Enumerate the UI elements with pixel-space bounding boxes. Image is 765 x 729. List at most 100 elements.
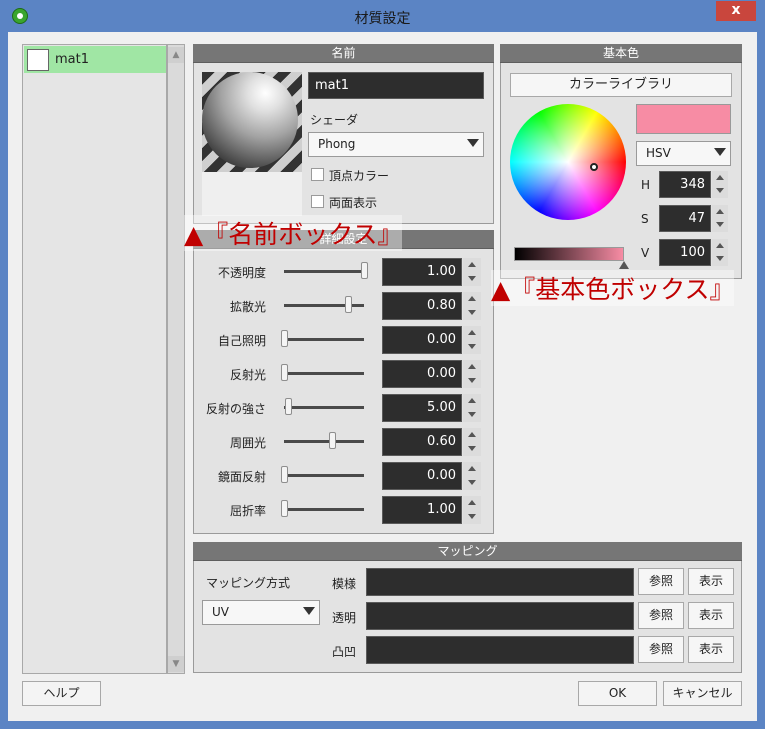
color-wheel[interactable] bbox=[510, 104, 626, 220]
spin-up-icon[interactable] bbox=[468, 466, 476, 471]
color-channel-input[interactable]: 348 bbox=[659, 171, 711, 198]
mapping-file-field[interactable] bbox=[366, 602, 634, 630]
spin-up-icon[interactable] bbox=[468, 364, 476, 369]
current-color-swatch bbox=[636, 104, 731, 134]
property-spinner[interactable] bbox=[463, 292, 481, 320]
property-spinner[interactable] bbox=[463, 496, 481, 524]
property-slider-track[interactable] bbox=[284, 474, 364, 477]
spin-down-icon[interactable] bbox=[468, 446, 476, 451]
property-slider-thumb[interactable] bbox=[329, 432, 336, 449]
shader-select[interactable]: Phong bbox=[308, 132, 484, 157]
spin-down-icon[interactable] bbox=[468, 344, 476, 349]
spin-down-icon[interactable] bbox=[468, 276, 476, 281]
property-slider-thumb[interactable] bbox=[361, 262, 368, 279]
property-slider-track[interactable] bbox=[284, 406, 364, 409]
property-spinner[interactable] bbox=[463, 258, 481, 286]
property-slider-track[interactable] bbox=[284, 338, 364, 341]
color-channel-spinner[interactable] bbox=[712, 239, 728, 266]
spin-up-icon[interactable] bbox=[468, 500, 476, 505]
property-value-input[interactable]: 0.00 bbox=[382, 360, 462, 388]
property-value-input[interactable]: 1.00 bbox=[382, 258, 462, 286]
property-slider-track[interactable] bbox=[284, 304, 364, 307]
color-mode-select[interactable]: HSV bbox=[636, 141, 731, 166]
spin-down-icon[interactable] bbox=[468, 514, 476, 519]
material-name-input[interactable]: mat1 bbox=[308, 72, 484, 99]
spin-down-icon[interactable] bbox=[468, 480, 476, 485]
chevron-down-icon bbox=[467, 139, 479, 147]
base-color-header: 基本色 bbox=[500, 44, 742, 63]
property-slider-thumb[interactable] bbox=[281, 466, 288, 483]
color-channel-spinner[interactable] bbox=[712, 205, 728, 232]
property-value-input[interactable]: 0.60 bbox=[382, 428, 462, 456]
property-spinner[interactable] bbox=[463, 462, 481, 490]
property-slider-thumb[interactable] bbox=[281, 364, 288, 381]
vertex-color-label: 頂点カラー bbox=[329, 169, 390, 183]
color-library-button[interactable]: カラーライブラリ bbox=[510, 73, 732, 97]
scroll-up-icon[interactable]: ▲ bbox=[168, 47, 184, 63]
property-spinner[interactable] bbox=[463, 428, 481, 456]
property-slider-track[interactable] bbox=[284, 270, 364, 273]
material-label: mat1 bbox=[55, 52, 89, 67]
material-list[interactable] bbox=[22, 44, 167, 674]
property-label: 自己照明 bbox=[217, 334, 266, 348]
cancel-button[interactable]: キャンセル bbox=[663, 681, 742, 706]
vertex-color-checkbox[interactable] bbox=[311, 168, 324, 181]
scroll-down-icon[interactable]: ▼ bbox=[168, 656, 184, 672]
two-sided-checkbox[interactable] bbox=[311, 195, 324, 208]
value-bar-thumb[interactable] bbox=[619, 261, 629, 269]
property-spinner[interactable] bbox=[463, 360, 481, 388]
help-button[interactable]: ヘルプ bbox=[22, 681, 101, 706]
property-value-input[interactable]: 0.00 bbox=[382, 326, 462, 354]
mapping-method-select[interactable]: UV bbox=[202, 600, 320, 625]
property-label: 屈折率 bbox=[229, 504, 266, 518]
mapping-browse-button[interactable]: 参照 bbox=[638, 568, 684, 595]
ok-button[interactable]: OK bbox=[578, 681, 657, 706]
property-slider-thumb[interactable] bbox=[285, 398, 292, 415]
spin-up-icon[interactable] bbox=[468, 432, 476, 437]
property-value-input[interactable]: 1.00 bbox=[382, 496, 462, 524]
spin-up-icon[interactable] bbox=[716, 175, 724, 180]
color-wheel-cursor[interactable] bbox=[590, 163, 598, 171]
mapping-method-value: UV bbox=[212, 605, 229, 619]
mapping-browse-button[interactable]: 参照 bbox=[638, 602, 684, 629]
property-value-input[interactable]: 0.00 bbox=[382, 462, 462, 490]
name-box-annotation: ▲『名前ボックス』 bbox=[184, 215, 403, 251]
color-channel-input[interactable]: 47 bbox=[659, 205, 711, 232]
spin-down-icon[interactable] bbox=[468, 378, 476, 383]
spin-up-icon[interactable] bbox=[468, 262, 476, 267]
preview-background bbox=[202, 172, 302, 216]
material-swatch bbox=[27, 49, 49, 71]
mapping-browse-button[interactable]: 参照 bbox=[638, 636, 684, 663]
property-slider-thumb[interactable] bbox=[281, 330, 288, 347]
property-slider-track[interactable] bbox=[284, 440, 364, 443]
color-channel-spinner[interactable] bbox=[712, 171, 728, 198]
close-button[interactable]: x bbox=[716, 1, 756, 21]
mapping-file-field[interactable] bbox=[366, 568, 634, 596]
property-slider-thumb[interactable] bbox=[345, 296, 352, 313]
spin-up-icon[interactable] bbox=[468, 296, 476, 301]
mapping-show-button[interactable]: 表示 bbox=[688, 568, 734, 595]
spin-down-icon[interactable] bbox=[716, 256, 724, 261]
list-scrollbar[interactable] bbox=[167, 44, 185, 674]
color-channel-input[interactable]: 100 bbox=[659, 239, 711, 266]
value-gradient-bar[interactable] bbox=[514, 247, 624, 261]
spin-down-icon[interactable] bbox=[468, 310, 476, 315]
mapping-show-button[interactable]: 表示 bbox=[688, 636, 734, 663]
spin-up-icon[interactable] bbox=[468, 330, 476, 335]
property-value-input[interactable]: 0.80 bbox=[382, 292, 462, 320]
title-bar[interactable]: 材質設定 x bbox=[0, 0, 765, 34]
spin-down-icon[interactable] bbox=[468, 412, 476, 417]
spin-up-icon[interactable] bbox=[468, 398, 476, 403]
mapping-file-field[interactable] bbox=[366, 636, 634, 664]
property-spinner[interactable] bbox=[463, 326, 481, 354]
property-slider-track[interactable] bbox=[284, 372, 364, 375]
property-spinner[interactable] bbox=[463, 394, 481, 422]
property-slider-thumb[interactable] bbox=[281, 500, 288, 517]
spin-down-icon[interactable] bbox=[716, 188, 724, 193]
mapping-show-button[interactable]: 表示 bbox=[688, 602, 734, 629]
spin-up-icon[interactable] bbox=[716, 243, 724, 248]
spin-down-icon[interactable] bbox=[716, 222, 724, 227]
property-value-input[interactable]: 5.00 bbox=[382, 394, 462, 422]
property-slider-track[interactable] bbox=[284, 508, 364, 511]
spin-up-icon[interactable] bbox=[716, 209, 724, 214]
